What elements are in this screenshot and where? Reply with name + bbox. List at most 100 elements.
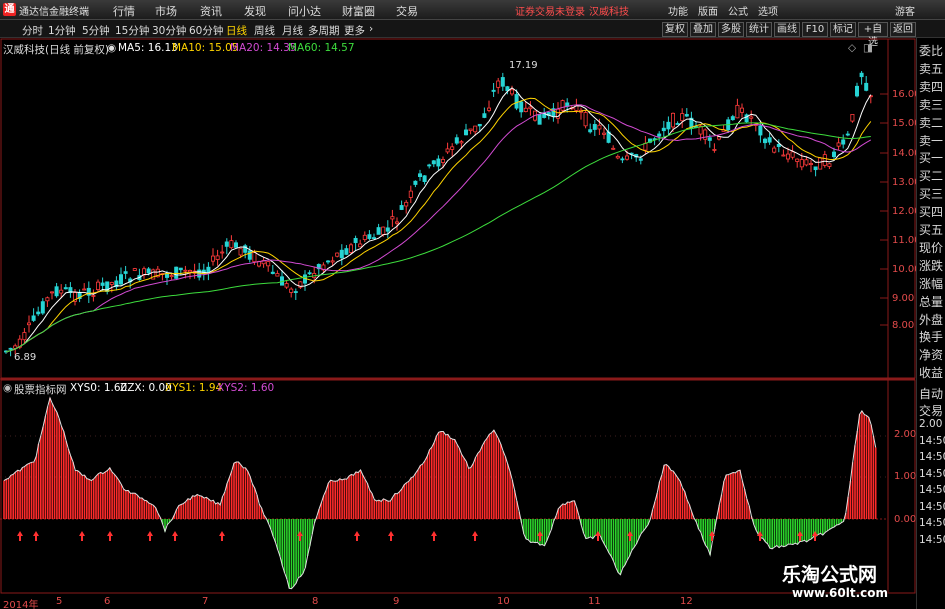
candle-body [40, 301, 45, 314]
candle-body [220, 251, 225, 254]
candle-body [855, 85, 860, 97]
quote-field-label: 外盘 [919, 312, 944, 327]
candle-body [657, 133, 662, 137]
low-price-annotation: 6.89 [14, 352, 37, 363]
candle-body [671, 112, 676, 128]
candle-body [344, 248, 349, 255]
candle-body [210, 255, 215, 262]
candle-body [270, 271, 275, 274]
candle-body [284, 283, 289, 288]
candle-body [132, 268, 137, 271]
quote-field-label: 卖三 [919, 97, 944, 112]
minimize-icon[interactable]: ◨ [863, 42, 873, 54]
candle-body [790, 151, 795, 158]
candle-body [781, 154, 786, 157]
buy-arrow-icon [147, 531, 153, 541]
candle-body [776, 143, 781, 147]
candle-body [620, 158, 625, 161]
candle-body [330, 260, 335, 263]
kline-chart[interactable] [0, 0, 945, 609]
indicator-settings-icon[interactable]: ◉ [3, 382, 12, 394]
high-price-annotation: 17.19 [509, 60, 538, 71]
auto-trade-label[interactable]: 交易 [919, 402, 945, 419]
candle-body [684, 114, 689, 117]
buy-arrow-icon [431, 531, 437, 541]
quote-field-label: 卖四 [919, 79, 944, 94]
candle-body [385, 227, 390, 232]
candle-body [289, 288, 294, 293]
candle-body [390, 216, 395, 220]
candle-body [229, 240, 234, 249]
price-panel-frame [0, 38, 916, 379]
candle-body [597, 124, 602, 130]
candle-body [661, 127, 666, 132]
x-label: 10 [497, 596, 510, 607]
candle-body [602, 132, 607, 135]
candle-body [247, 250, 252, 260]
candle-body [348, 244, 353, 253]
candle-body [795, 158, 800, 162]
ma60-label: MA60: 14.57 [288, 42, 355, 54]
candle-body [537, 114, 542, 125]
candle-body [473, 125, 478, 133]
candle-body [615, 155, 620, 159]
quote-field-label: 收益 [919, 366, 944, 381]
candle-body [836, 142, 841, 147]
price-tick: 15.00 [892, 118, 921, 129]
candle-body [625, 155, 630, 160]
diamond-icon[interactable]: ◇ [848, 42, 856, 54]
candle-body [413, 180, 418, 185]
candle-body [519, 101, 524, 113]
quote-field-label: 涨幅 [919, 276, 944, 291]
candle-body [809, 163, 814, 165]
candle-body [96, 281, 101, 290]
quote-field-label: 卖五 [919, 61, 944, 76]
time-label: 14:50 [919, 533, 945, 546]
price-tick: 16.00 [892, 89, 921, 100]
candle-body [100, 282, 105, 286]
time-label: 14:50 [919, 434, 945, 447]
candle-body [740, 107, 745, 113]
candle-body [822, 154, 827, 166]
auto-trade-label[interactable]: 自动 [919, 385, 945, 402]
candle-body [119, 274, 124, 285]
candle-body [371, 237, 376, 240]
candle-body [293, 291, 298, 293]
indicator-title: 股票指标网 [14, 384, 67, 396]
buy-arrow-icon [107, 531, 113, 541]
candle-body [730, 116, 735, 121]
quote-field-label: 委比 [919, 44, 944, 58]
buy-arrow-icon [219, 531, 225, 541]
candle-body [233, 242, 238, 248]
quote-field-label: 买四 [919, 205, 944, 220]
candle-body [82, 288, 87, 291]
watermark-url: www.60lt.com [792, 586, 889, 600]
candle-body [169, 275, 174, 278]
candle-body [59, 289, 64, 294]
price-tick: 11.00 [892, 235, 921, 246]
buy-arrow-icon [172, 531, 178, 541]
quote-field-label: 买二 [919, 169, 944, 184]
candle-body [427, 164, 432, 167]
candle-body [758, 125, 763, 136]
candle-body [463, 129, 468, 136]
x-label: 5 [56, 596, 63, 607]
quote-field-label: 卖一 [919, 133, 944, 148]
buy-arrow-icon [79, 531, 85, 541]
x-label: 2014年 [3, 600, 39, 609]
candle-body [675, 123, 680, 125]
buy-arrow-icon [388, 531, 394, 541]
candle-body [477, 123, 482, 127]
candle-body [588, 129, 593, 133]
chart-settings-icon[interactable]: ◉ [107, 42, 116, 54]
candle-body [832, 151, 837, 158]
time-label: 14:50 [919, 484, 945, 496]
xys0-label: XYS0: 1.60 [70, 382, 128, 394]
quote-field-label: 总量 [919, 294, 944, 309]
candle-body [123, 271, 128, 274]
price-tick: 10.00 [892, 264, 921, 275]
candle-body [827, 163, 832, 167]
quote-field-label: 现价 [919, 240, 944, 255]
candle-body [252, 252, 257, 263]
candle-body [850, 113, 855, 122]
